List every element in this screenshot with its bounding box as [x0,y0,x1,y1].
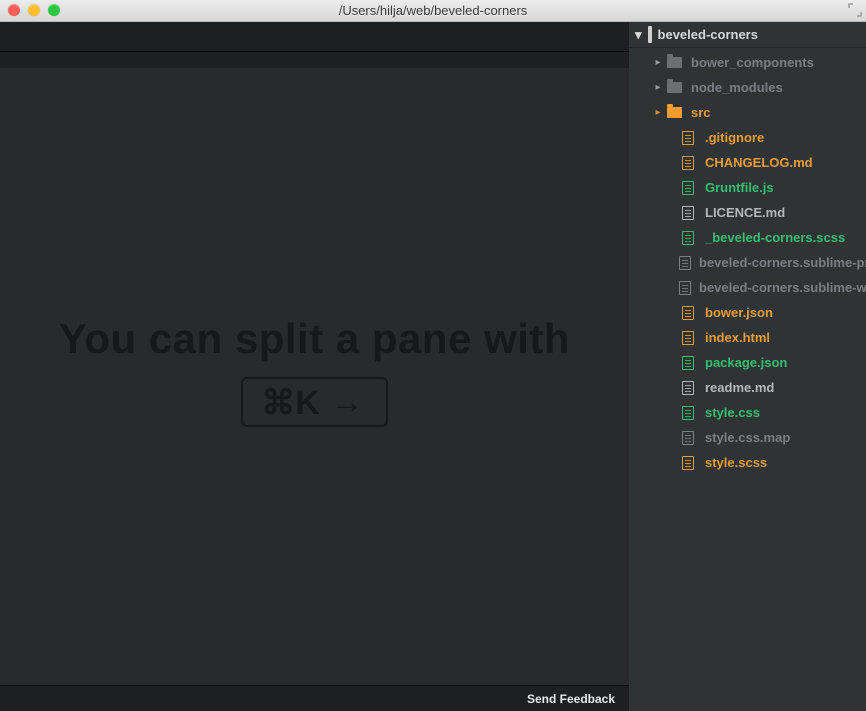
folder-icon [665,81,683,95]
window-titlebar: /Users/hilja/web/beveled-corners [0,0,866,22]
tree-file-index-html[interactable]: index.html [629,325,866,350]
file-label: .gitignore [705,130,764,145]
project-root-label: beveled-corners [658,27,758,42]
folder-label: node_modules [691,80,783,95]
tree-file-changelog[interactable]: CHANGELOG.md [629,150,866,175]
file-icon [679,356,697,370]
file-label: style.css [705,405,760,420]
file-icon [679,181,697,195]
keyboard-shortcut-arrow: → [330,383,364,422]
file-icon [679,281,691,295]
tree-file-style-css-map[interactable]: style.css.map [629,425,866,450]
tree-folder-bower-components[interactable]: bower_components [629,50,866,75]
folder-icon [665,106,683,120]
file-label: beveled-corners.sublime-project [699,255,866,270]
tree-file-package-json[interactable]: package.json [629,350,866,375]
chevron-right-icon [651,57,665,68]
file-label: style.css.map [705,430,790,445]
file-label: Gruntfile.js [705,180,774,195]
status-bar: Send Feedback [0,685,629,711]
tree-file-readme[interactable]: readme.md [629,375,866,400]
file-icon [679,381,697,395]
file-icon [679,131,697,145]
close-window-button[interactable] [8,4,20,16]
folder-icon [665,56,683,70]
send-feedback-link[interactable]: Send Feedback [527,692,615,706]
minimize-window-button[interactable] [28,4,40,16]
tree-file-beveled-corners-scss[interactable]: _beveled-corners.scss [629,225,866,250]
fullscreen-icon[interactable] [848,3,862,17]
traffic-lights [8,4,60,16]
file-icon [679,331,697,345]
keyboard-shortcut-cmd-k: ⌘K [261,383,320,423]
app-body: You can split a pane with ⌘K → Send Feed… [0,22,866,711]
maximize-window-button[interactable] [48,4,60,16]
file-icon [679,156,697,170]
file-label: beveled-corners.sublime-workspace [699,280,866,295]
tree-file-sublime-workspace[interactable]: beveled-corners.sublime-workspace [629,275,866,300]
split-pane-hint-text: You can split a pane with [59,316,570,362]
file-label: _beveled-corners.scss [705,230,845,245]
folder-label: bower_components [691,55,814,70]
file-icon [679,256,691,270]
split-pane-hint-keys: ⌘K → [241,377,388,427]
tree-file-style-css[interactable]: style.css [629,400,866,425]
tree-file-bower-json[interactable]: bower.json [629,300,866,325]
folder-label: src [691,105,711,120]
tab-bar-shadow [0,52,629,68]
file-label: index.html [705,330,770,345]
file-label: bower.json [705,305,773,320]
file-label: readme.md [705,380,774,395]
file-label: package.json [705,355,787,370]
tree-file-sublime-project[interactable]: beveled-corners.sublime-project [629,250,866,275]
file-icon [679,406,697,420]
file-label: style.scss [705,455,767,470]
file-label: CHANGELOG.md [705,155,813,170]
chevron-right-icon [651,82,665,93]
tree-file-style-scss[interactable]: style.scss [629,450,866,475]
file-icon [679,431,697,445]
window-title: /Users/hilja/web/beveled-corners [339,3,528,18]
file-label: LICENCE.md [705,205,785,220]
chevron-down-icon [635,27,642,43]
file-icon [679,306,697,320]
file-tree-body[interactable]: bower_components node_modules src .gitig… [629,48,866,711]
tree-folder-src[interactable]: src [629,100,866,125]
chevron-right-icon [651,107,665,118]
tree-file-gruntfile[interactable]: Gruntfile.js [629,175,866,200]
editor-body[interactable]: You can split a pane with ⌘K → [0,68,629,685]
file-icon [679,231,697,245]
tree-folder-node-modules[interactable]: node_modules [629,75,866,100]
tree-file-licence[interactable]: LICENCE.md [629,200,866,225]
tab-strip[interactable] [0,22,629,52]
project-root-row[interactable]: beveled-corners [629,22,866,48]
repo-icon [648,27,652,42]
tree-file-gitignore[interactable]: .gitignore [629,125,866,150]
file-icon [679,456,697,470]
editor-pane: You can split a pane with ⌘K → Send Feed… [0,22,629,711]
file-icon [679,206,697,220]
file-tree-panel: beveled-corners bower_components node_mo… [629,22,866,711]
